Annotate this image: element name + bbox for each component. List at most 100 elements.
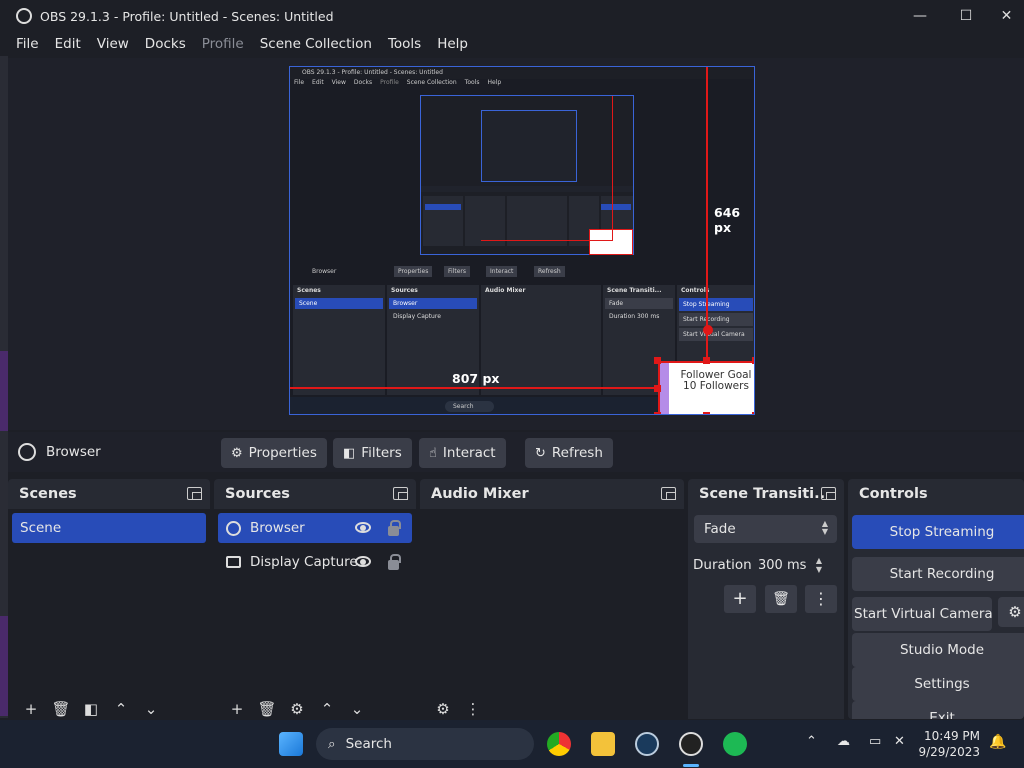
chrome-icon[interactable] xyxy=(547,732,571,756)
windows-taskbar: ⌕ Search ⌃ ☁ ▭ ✕ 10:49 PM 9/29/2023 🔔 xyxy=(0,720,1024,768)
gears-icon[interactable]: ⚙ xyxy=(428,700,458,718)
search-icon: ⌕ xyxy=(328,736,336,752)
source-item-browser[interactable]: Browser xyxy=(218,513,412,543)
menu-docks[interactable]: Docks xyxy=(145,36,186,52)
add-transition-button[interactable]: + xyxy=(724,585,756,613)
gear-icon[interactable]: ⚙ xyxy=(282,700,312,718)
duration-field[interactable]: 300 ms ▲ ▼ xyxy=(754,551,834,579)
globe-icon xyxy=(226,520,241,536)
width-measurement-label: 807 px xyxy=(452,371,500,386)
nested-sourcebar: Browser Properties Filters Interact Refr… xyxy=(294,265,754,279)
float-dock-icon[interactable] xyxy=(393,487,408,500)
audio-mixer-dock: Audio Mixer ⚙ ⋮ xyxy=(420,479,684,719)
menu-profile[interactable]: Profile xyxy=(202,36,244,52)
interact-button[interactable]: ☝ Interact xyxy=(419,438,506,468)
taskbar-search[interactable]: ⌕ Search xyxy=(316,728,534,760)
steam-icon[interactable] xyxy=(635,732,659,756)
properties-button[interactable]: ⚙ Properties xyxy=(221,438,327,468)
menu-dots-icon[interactable]: ⋮ xyxy=(458,700,488,718)
duration-label: Duration xyxy=(693,557,752,573)
window-title: OBS 29.1.3 - Profile: Untitled - Scenes:… xyxy=(40,8,334,24)
exit-button[interactable]: Exit xyxy=(852,701,1024,719)
float-dock-icon[interactable] xyxy=(661,487,676,500)
delete-transition-button[interactable]: 🗑 xyxy=(765,585,797,613)
windows-start-icon[interactable] xyxy=(279,732,303,756)
chevron-up-icon[interactable]: ⌃ xyxy=(806,734,817,749)
refresh-icon: ↻ xyxy=(535,445,546,461)
gear-icon: ⚙ xyxy=(231,445,243,461)
cloud-icon[interactable]: ☁ xyxy=(837,734,850,749)
taskbar-clock[interactable]: 10:49 PM 9/29/2023 xyxy=(918,728,980,760)
scenes-dock: Scenes Scene + 🗑 ◧ ⌃ ⌄ xyxy=(8,479,210,719)
scene-filters-icon[interactable]: ◧ xyxy=(76,700,106,718)
controls-title: Controls xyxy=(859,486,928,502)
eye-icon[interactable] xyxy=(355,556,371,567)
trash-icon[interactable]: 🗑 xyxy=(252,700,282,718)
follower-goal-text: Follower Goal 10 Followers xyxy=(680,369,752,392)
float-dock-icon[interactable] xyxy=(187,487,202,500)
studio-mode-button[interactable]: Studio Mode xyxy=(852,633,1024,667)
source-label: Display Capture xyxy=(250,554,358,570)
lock-icon[interactable] xyxy=(388,554,401,570)
nested-menu: File Edit View Docks Profile Scene Collection… xyxy=(294,79,502,86)
scene-transitions-dock: Scene Transiti... Fade ▲ ▼ Duration 300 m… xyxy=(688,479,844,719)
hand-pointer-icon: ☝ xyxy=(429,445,437,461)
menu-help[interactable]: Help xyxy=(437,36,468,52)
filters-button[interactable]: ◧ Filters xyxy=(333,438,412,468)
move-down-icon[interactable]: ⌄ xyxy=(342,700,372,718)
trash-icon[interactable]: 🗑 xyxy=(46,700,76,718)
virtual-camera-settings-gear-icon[interactable]: ⚙ xyxy=(998,597,1024,627)
maximize-button[interactable]: ☐ xyxy=(943,0,989,32)
scene-item[interactable]: Scene xyxy=(12,513,206,543)
menu-view[interactable]: View xyxy=(97,36,129,52)
nested-title: OBS 29.1.3 - Profile: Untitled - Scenes:… xyxy=(290,67,754,79)
menu-scene-collection[interactable]: Scene Collection xyxy=(260,36,372,52)
sources-title: Sources xyxy=(225,486,290,502)
lock-icon[interactable] xyxy=(388,520,401,536)
title-bar: OBS 29.1.3 - Profile: Untitled - Scenes:… xyxy=(0,0,1024,32)
close-button[interactable]: ✕ xyxy=(989,0,1024,32)
menu-file[interactable]: File xyxy=(16,36,39,52)
menu-bar: File Edit View Docks Profile Scene Colle… xyxy=(0,32,1024,56)
stop-streaming-button[interactable]: Stop Streaming xyxy=(852,515,1024,549)
menu-edit[interactable]: Edit xyxy=(55,36,81,52)
network-icon[interactable]: ▭ xyxy=(869,734,881,749)
filter-icon: ◧ xyxy=(343,445,356,461)
follower-goal-source[interactable]: Follower Goal 10 Followers xyxy=(658,361,754,414)
height-guide-line xyxy=(706,67,708,362)
transition-select[interactable]: Fade ▲ ▼ xyxy=(694,515,837,543)
move-down-icon[interactable]: ⌄ xyxy=(136,700,166,718)
start-recording-button[interactable]: Start Recording xyxy=(852,557,1024,591)
add-source-icon[interactable]: + xyxy=(222,700,252,718)
menu-tools[interactable]: Tools xyxy=(388,36,421,52)
nested-inner-preview xyxy=(420,95,634,255)
notification-bell-icon[interactable]: 🔔 xyxy=(989,734,1006,750)
globe-icon xyxy=(18,443,36,461)
speaker-muted-icon[interactable]: ✕ xyxy=(894,734,905,749)
move-up-icon[interactable]: ⌃ xyxy=(312,700,342,718)
obs-icon[interactable] xyxy=(679,732,703,756)
transition-menu-button[interactable]: ⋮ xyxy=(805,585,837,613)
source-item-display-capture[interactable]: Display Capture xyxy=(218,547,412,577)
start-virtual-camera-button[interactable]: Start Virtual Camera xyxy=(852,597,992,631)
preview-canvas[interactable]: OBS 29.1.3 - Profile: Untitled - Scenes:… xyxy=(289,66,755,415)
scene-transitions-title: Scene Transiti... xyxy=(699,486,831,502)
source-label: Browser xyxy=(250,520,305,536)
controls-dock: Controls Stop Streaming Start Recording … xyxy=(848,479,1024,719)
height-measurement-label: 646 px xyxy=(714,205,741,235)
width-guide-line xyxy=(290,387,660,389)
add-scene-icon[interactable]: + xyxy=(16,700,46,718)
file-explorer-icon[interactable] xyxy=(591,732,615,756)
settings-button[interactable]: Settings xyxy=(852,667,1024,701)
spotify-icon[interactable] xyxy=(723,732,747,756)
refresh-button[interactable]: ↻ Refresh xyxy=(525,438,613,468)
float-dock-icon[interactable] xyxy=(821,487,836,500)
source-toolbar: Browser ⚙ Properties ◧ Filters ☝ Interact ↻… xyxy=(8,432,1024,472)
eye-icon[interactable] xyxy=(355,522,371,533)
minimize-button[interactable]: — xyxy=(897,0,943,32)
move-up-icon[interactable]: ⌃ xyxy=(106,700,136,718)
left-edge-strip xyxy=(0,56,8,718)
clock-time: 10:49 PM xyxy=(924,729,980,743)
current-source-name: Browser xyxy=(46,444,101,460)
sources-dock: Sources Browser Display Capture + 🗑 ⚙ ⌃ … xyxy=(214,479,416,719)
